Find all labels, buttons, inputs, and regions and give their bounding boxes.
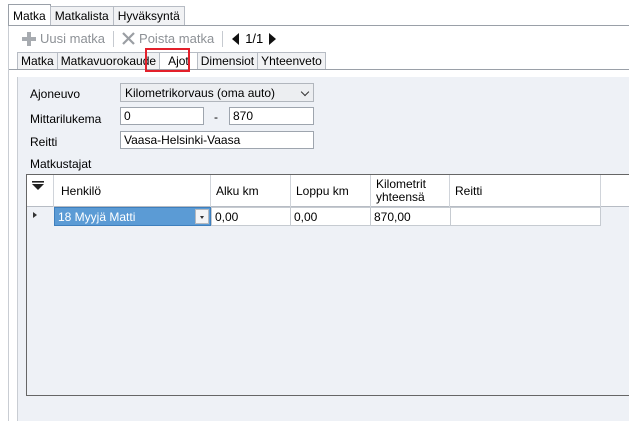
vehicle-label: Ajoneuvo [30,87,81,101]
grid-header: Henkilö Alku km Loppu km Kilometrit yhte… [27,175,629,207]
toolbar-separator [113,30,115,47]
column-header-alku-km[interactable]: Alku km [211,175,291,207]
odometer-separator: - [214,110,218,124]
odometer-label: Mittarilukema [30,112,102,126]
cell-henkilo[interactable]: 18 Myyjä Matti [54,207,211,226]
travellers-section-label: Matkustajat [30,157,92,171]
vehicle-value: Kilometrikorvaus (oma auto) [125,86,276,100]
cell-alku-km[interactable]: 0,00 [211,207,291,226]
dropdown-icon[interactable] [195,209,209,224]
delete-trip-label: Poista matka [139,31,215,46]
odometer-end-field[interactable]: 870 [229,107,314,125]
top-tab-strip: Matka Matkalista Hyväksyntä [8,4,185,26]
route-field[interactable]: Vaasa-Helsinki-Vaasa [120,131,314,149]
tab-matka[interactable]: Matka [8,4,51,25]
travellers-grid: Henkilö Alku km Loppu km Kilometrit yhte… [26,174,629,396]
left-border [8,26,9,421]
subtab-yhteenveto[interactable]: Yhteenveto [257,52,326,69]
grid-filter-cell[interactable] [27,175,54,207]
cell-reitti[interactable] [450,207,601,226]
tab-matkalista[interactable]: Matkalista [49,6,114,25]
plus-icon [22,31,36,46]
filter-icon [32,181,44,190]
column-header-reitti[interactable]: Reitti [450,175,601,207]
cell-henkilo-value: 18 Myyjä Matti [58,210,136,224]
toolbar-separator [222,30,224,47]
new-trip-label: Uusi matka [40,31,106,46]
column-header-henkilo[interactable]: Henkilö [54,175,211,207]
close-icon [122,32,135,45]
odometer-start-field[interactable]: 0 [120,107,204,125]
previous-record-icon[interactable] [232,32,240,45]
subtab-matka[interactable]: Matka [17,52,58,69]
page-indicator: 1/1 [245,31,264,46]
tab-hyvaksynta[interactable]: Hyväksyntä [112,6,185,25]
column-header-loppu-km[interactable]: Loppu km [291,175,371,207]
column-header-kilometrit-yhteensa[interactable]: Kilometrit yhteensä [371,175,450,207]
vehicle-select[interactable]: Kilometrikorvaus (oma auto) [120,83,314,102]
new-trip-button[interactable]: Uusi matka [17,28,110,50]
cell-kilometrit-yhteensa[interactable]: 870,00 [370,207,451,226]
route-label: Reitti [30,135,58,149]
delete-trip-button[interactable]: Poista matka [117,28,219,50]
table-row[interactable]: 18 Myyjä Matti 0,00 0,00 870,00 [27,207,629,226]
chevron-down-icon [300,87,310,97]
app-window: Matka Matkalista Hyväksyntä Uusi matka P… [0,0,629,421]
subtab-dimensiot[interactable]: Dimensiot [196,52,259,69]
next-record-icon[interactable] [269,32,277,45]
cell-loppu-km[interactable]: 0,00 [290,207,371,226]
toolbar: Uusi matka Poista matka 1/1 [9,26,629,51]
sub-tab-border [9,69,629,70]
highlight-box [145,48,190,72]
record-navigator: 1/1 [226,31,282,46]
